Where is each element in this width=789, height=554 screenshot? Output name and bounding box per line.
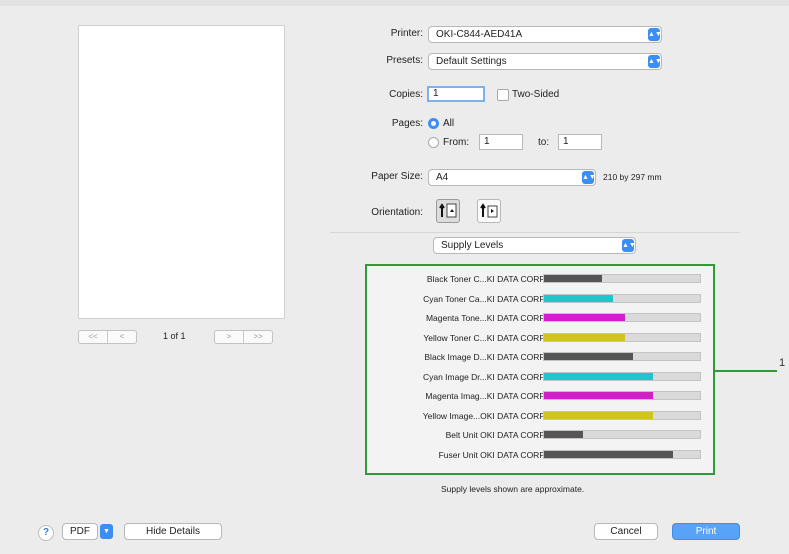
supply-level-fill	[544, 431, 583, 438]
supply-level-bar	[543, 449, 701, 459]
pages-from-label: From:	[443, 137, 470, 148]
paper-dimensions: 210 by 297 mm	[603, 172, 662, 182]
pages-to-label: to:	[538, 137, 550, 148]
supply-name: Cyan Toner Ca...KI DATA CORP	[423, 293, 545, 304]
supply-name: Black Toner C...KI DATA CORP	[426, 274, 545, 284]
supply-level-fill	[544, 392, 654, 399]
portrait-orientation-button[interactable]	[436, 199, 460, 223]
supply-row: Magenta Imag...KI DATA CORP	[367, 390, 713, 402]
cancel-button[interactable]: Cancel	[594, 523, 658, 540]
section-divider	[330, 232, 740, 233]
supply-note: Supply levels shown are approximate.	[441, 484, 585, 494]
supply-name: Cyan Image Dr...KI DATA CORP	[422, 371, 545, 382]
pager-back: << <	[78, 330, 137, 344]
supply-row: Yellow Toner C...KI DATA CORP	[367, 332, 713, 344]
callout-number: 1	[779, 357, 786, 369]
supply-level-bar	[543, 410, 701, 420]
page-count-label: 1 of 1	[163, 331, 186, 341]
supply-row: Black Image D...KI DATA CORP	[367, 351, 713, 363]
supply-level-bar	[543, 293, 701, 303]
printer-popup[interactable]: OKI-C844-AED41A ▲▼	[428, 26, 662, 43]
pdf-button[interactable]: PDF	[62, 523, 98, 540]
printer-label: Printer:	[390, 28, 423, 39]
paper-size-value: A4	[436, 172, 449, 183]
next-page-button[interactable]: >	[215, 331, 243, 343]
supply-row: Fuser Unit OKI DATA CORP	[367, 449, 713, 461]
pages-to-field[interactable]: 1	[558, 134, 602, 150]
portrait-icon	[439, 203, 457, 218]
first-page-button[interactable]: <<	[79, 331, 107, 343]
supply-name: Yellow Toner C...KI DATA CORP	[423, 332, 545, 343]
two-sided-checkbox[interactable]	[497, 89, 509, 101]
last-page-button[interactable]: >>	[243, 331, 272, 343]
orientation-label: Orientation:	[371, 207, 423, 218]
popup-arrows-icon: ▲▼	[648, 28, 662, 41]
supply-level-fill	[544, 275, 602, 282]
supply-name: Magenta Tone...KI DATA CORP	[425, 313, 545, 323]
page-preview	[78, 25, 285, 319]
presets-label: Presets:	[386, 55, 423, 66]
previous-page-button[interactable]: <	[107, 331, 136, 343]
copies-label: Copies:	[389, 89, 423, 100]
two-sided-label: Two-Sided	[512, 89, 560, 100]
supply-level-fill	[544, 450, 674, 458]
supply-level-bar	[543, 430, 701, 439]
supply-level-bar	[543, 332, 701, 342]
supply-level-bar	[543, 391, 701, 400]
supply-row: Black Toner C...KI DATA CORP	[367, 273, 713, 285]
pager-forward: > >>	[214, 330, 273, 344]
pages-from-radio[interactable]	[428, 137, 439, 148]
supply-name: Belt Unit OKI DATA CORP	[445, 430, 545, 440]
paper-size-label: Paper Size:	[371, 171, 423, 182]
pdf-menu-arrow-icon[interactable]: ▼	[100, 524, 113, 539]
callout-line	[715, 370, 777, 372]
popup-arrows-icon: ▲▼	[622, 239, 636, 252]
supply-levels-panel: Black Toner C...KI DATA CORP Cyan Toner C…	[365, 264, 715, 475]
help-button[interactable]: ?	[38, 525, 54, 541]
supply-level-fill	[544, 294, 613, 302]
print-button[interactable]: Print	[672, 523, 740, 540]
copies-field[interactable]: 1	[427, 86, 485, 102]
supply-level-fill	[544, 372, 654, 380]
window-top-strip	[0, 0, 789, 6]
hide-details-button[interactable]: Hide Details	[124, 523, 222, 540]
pages-all-label: All	[443, 118, 455, 129]
supply-row: Belt Unit OKI DATA CORP	[367, 429, 713, 441]
pages-all-radio[interactable]	[428, 118, 439, 129]
section-popup[interactable]: Supply Levels ▲▼	[433, 237, 636, 254]
supply-name: Magenta Imag...KI DATA CORP	[425, 391, 545, 401]
section-popup-value: Supply Levels	[441, 240, 504, 251]
landscape-icon	[480, 203, 498, 218]
pages-label: Pages:	[391, 118, 423, 129]
landscape-orientation-button[interactable]	[477, 199, 501, 223]
supply-level-bar	[543, 371, 701, 381]
supply-level-fill	[544, 333, 626, 341]
supply-name: Black Image D...KI DATA CORP	[424, 352, 545, 362]
pages-from-field[interactable]: 1	[479, 134, 523, 150]
supply-level-fill	[544, 314, 626, 321]
supply-level-bar	[543, 313, 701, 322]
supply-level-fill	[544, 411, 654, 419]
popup-arrows-icon: ▲▼	[648, 55, 662, 68]
supply-row: Magenta Tone...KI DATA CORP	[367, 312, 713, 324]
supply-name: Fuser Unit OKI DATA CORP	[438, 449, 545, 460]
supply-level-bar	[543, 274, 701, 283]
presets-value: Default Settings	[436, 56, 507, 67]
printer-value: OKI-C844-AED41A	[436, 29, 523, 40]
supply-row: Cyan Image Dr...KI DATA CORP	[367, 371, 713, 383]
supply-level-bar	[543, 352, 701, 361]
dialog-footer	[0, 506, 789, 554]
supply-row: Yellow Image...OKI DATA CORP	[367, 410, 713, 422]
supply-level-fill	[544, 353, 633, 360]
popup-arrows-icon: ▲▼	[582, 171, 596, 184]
paper-size-popup[interactable]: A4 ▲▼	[428, 169, 596, 186]
presets-popup[interactable]: Default Settings ▲▼	[428, 53, 662, 70]
supply-row: Cyan Toner Ca...KI DATA CORP	[367, 293, 713, 305]
supply-name: Yellow Image...OKI DATA CORP	[422, 410, 545, 421]
